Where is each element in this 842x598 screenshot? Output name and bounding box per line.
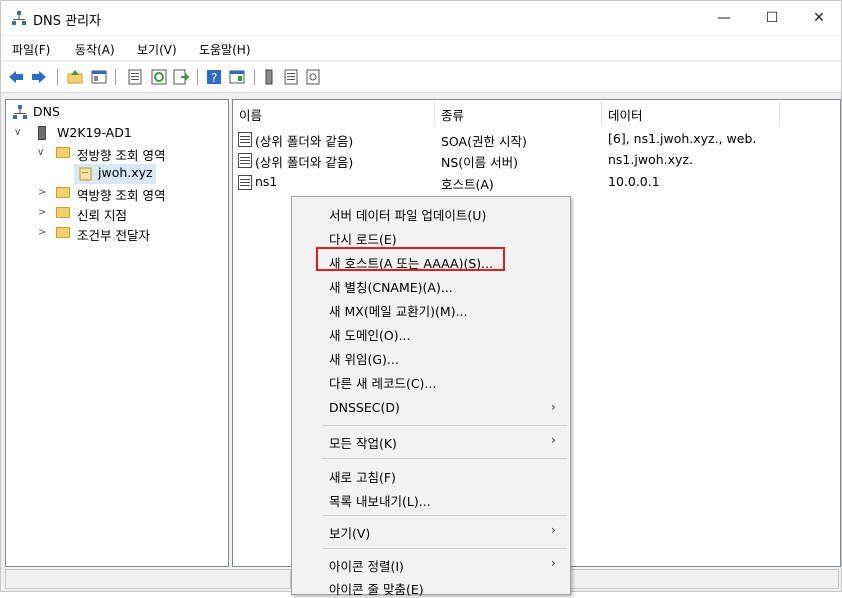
up-folder-icon[interactable] bbox=[67, 69, 83, 85]
record-type: NS(이름 서버) bbox=[441, 155, 519, 170]
refresh-icon[interactable] bbox=[151, 69, 167, 85]
toolbar-separator bbox=[197, 69, 198, 85]
menu-separator bbox=[322, 515, 567, 516]
menu-help[interactable]: 도움말(H) bbox=[199, 41, 251, 58]
tree-item-zone[interactable]: jwoh.xyz bbox=[98, 165, 153, 180]
tree-item-conditional-forwarders[interactable]: 조건부 전달자 bbox=[77, 225, 150, 244]
console-icon[interactable] bbox=[229, 69, 245, 85]
chevron-down-icon[interactable]: ∨ bbox=[37, 147, 44, 158]
menu-item-new-mx[interactable]: 새 MX(메일 교환기)(M)... bbox=[329, 301, 468, 320]
record-data: ns1.jwoh.xyz. bbox=[608, 152, 693, 167]
folder-icon bbox=[56, 187, 70, 198]
record-name[interactable]: (상위 폴더와 같음) bbox=[255, 131, 353, 150]
menu-item-line-up-icons[interactable]: 아이콘 줄 맞춤(E) bbox=[329, 579, 424, 598]
minimize-button[interactable]: — bbox=[701, 1, 747, 35]
toolbar-separator bbox=[115, 69, 116, 85]
record-type: 호스트(A) bbox=[441, 177, 494, 192]
dns-app-icon bbox=[12, 11, 26, 25]
column-separator[interactable] bbox=[601, 101, 602, 125]
record-data: [6], ns1.jwoh.xyz., web. bbox=[608, 131, 757, 146]
server-icon[interactable] bbox=[261, 69, 277, 85]
menu-item-view[interactable]: 보기(V) bbox=[329, 523, 370, 542]
tree-item-trust-points[interactable]: 신뢰 지점 bbox=[77, 205, 127, 224]
new-host-highlight-box bbox=[316, 247, 505, 271]
properties-icon[interactable] bbox=[127, 69, 143, 85]
menu-view[interactable]: 보기(V) bbox=[137, 41, 177, 58]
help-icon[interactable]: ? bbox=[206, 69, 222, 85]
forward-arrow-icon[interactable] bbox=[31, 69, 47, 85]
column-header-data[interactable]: 데이터 bbox=[608, 105, 643, 127]
zone-file-icon bbox=[79, 167, 92, 181]
menu-item-refresh[interactable]: 새로 고침(F) bbox=[329, 467, 396, 486]
server-icon bbox=[38, 126, 46, 140]
close-button[interactable]: ✕ bbox=[796, 1, 842, 35]
column-header-name[interactable]: 이름 bbox=[239, 105, 262, 127]
menu-separator bbox=[322, 548, 567, 549]
menu-item-other-new-records[interactable]: 다른 새 레코드(C)... bbox=[329, 373, 436, 392]
record-icon bbox=[238, 175, 252, 190]
menu-file[interactable]: 파일(F) bbox=[12, 41, 50, 58]
window-title: DNS 관리자 bbox=[33, 14, 101, 29]
menu-item-arrange-icons[interactable]: 아이콘 정렬(I) bbox=[329, 556, 404, 575]
title-bar: DNS 관리자 — ☐ ✕ bbox=[1, 1, 841, 35]
submenu-arrow-icon: › bbox=[551, 556, 556, 570]
submenu-arrow-icon: › bbox=[551, 400, 556, 414]
folder-icon bbox=[56, 147, 70, 158]
menu-separator bbox=[322, 458, 567, 459]
column-separator[interactable] bbox=[434, 101, 435, 125]
status-cell bbox=[5, 569, 291, 589]
show-hide-tree-icon[interactable] bbox=[91, 69, 107, 85]
dns-root-icon bbox=[13, 105, 27, 119]
export-list-icon[interactable] bbox=[173, 69, 189, 85]
chevron-right-icon[interactable]: > bbox=[38, 227, 46, 238]
chevron-down-icon[interactable]: ∨ bbox=[14, 127, 21, 138]
chevron-right-icon[interactable]: > bbox=[38, 207, 46, 218]
record-type: SOA(권한 시작) bbox=[441, 134, 527, 149]
column-separator[interactable] bbox=[779, 101, 780, 125]
tree-item-dns[interactable]: DNS bbox=[33, 104, 60, 119]
toolbar-separator bbox=[254, 69, 255, 85]
folder-icon bbox=[56, 207, 70, 218]
record-data: 10.0.0.1 bbox=[608, 174, 660, 189]
menu-item-new-delegation[interactable]: 새 위임(G)... bbox=[329, 349, 399, 368]
menu-item-update-server-data-file[interactable]: 서버 데이터 파일 업데이트(U) bbox=[329, 205, 486, 224]
menu-bar: 파일(F) 동작(A) 보기(V) 도움말(H) bbox=[1, 36, 841, 60]
record-icon bbox=[238, 153, 252, 168]
menu-item-export-list[interactable]: 목록 내보내기(L)... bbox=[329, 491, 431, 510]
list-icon[interactable] bbox=[283, 69, 299, 85]
tree-item-reverse-lookup[interactable]: 역방향 조회 영역 bbox=[77, 185, 165, 204]
submenu-arrow-icon: › bbox=[551, 523, 556, 537]
record-icon bbox=[238, 132, 252, 147]
record-name[interactable]: (상위 폴더와 같음) bbox=[255, 152, 353, 171]
submenu-arrow-icon: › bbox=[551, 433, 556, 447]
zone-icon[interactable] bbox=[305, 69, 321, 85]
tree-item-server[interactable]: W2K19-AD1 bbox=[57, 125, 132, 140]
menu-item-new-alias[interactable]: 새 별칭(CNAME)(A)... bbox=[329, 277, 453, 296]
back-arrow-icon[interactable] bbox=[8, 69, 24, 85]
toolbar-separator bbox=[57, 69, 58, 85]
tree-item-forward-lookup[interactable]: 정방향 조회 영역 bbox=[77, 145, 165, 164]
menu-item-all-tasks[interactable]: 모든 작업(K) bbox=[329, 433, 397, 452]
maximize-button[interactable]: ☐ bbox=[749, 1, 795, 35]
menu-action[interactable]: 동작(A) bbox=[75, 41, 115, 58]
menu-separator bbox=[322, 425, 567, 426]
dns-manager-window: DNS 관리자 — ☐ ✕ 파일(F) 동작(A) 보기(V) 도움말(H) ?… bbox=[0, 0, 842, 597]
menu-item-reload[interactable]: 다시 로드(E) bbox=[329, 229, 397, 248]
chevron-right-icon[interactable]: > bbox=[38, 187, 46, 198]
toolbar: ? bbox=[1, 62, 841, 93]
folder-icon bbox=[56, 227, 70, 238]
menu-item-new-domain[interactable]: 새 도메인(O)... bbox=[329, 325, 411, 344]
record-name[interactable]: ns1 bbox=[255, 174, 277, 189]
menu-item-dnssec[interactable]: DNSSEC(D) bbox=[329, 400, 400, 415]
svg-text:?: ? bbox=[211, 71, 217, 85]
column-header-type[interactable]: 종류 bbox=[441, 105, 464, 127]
